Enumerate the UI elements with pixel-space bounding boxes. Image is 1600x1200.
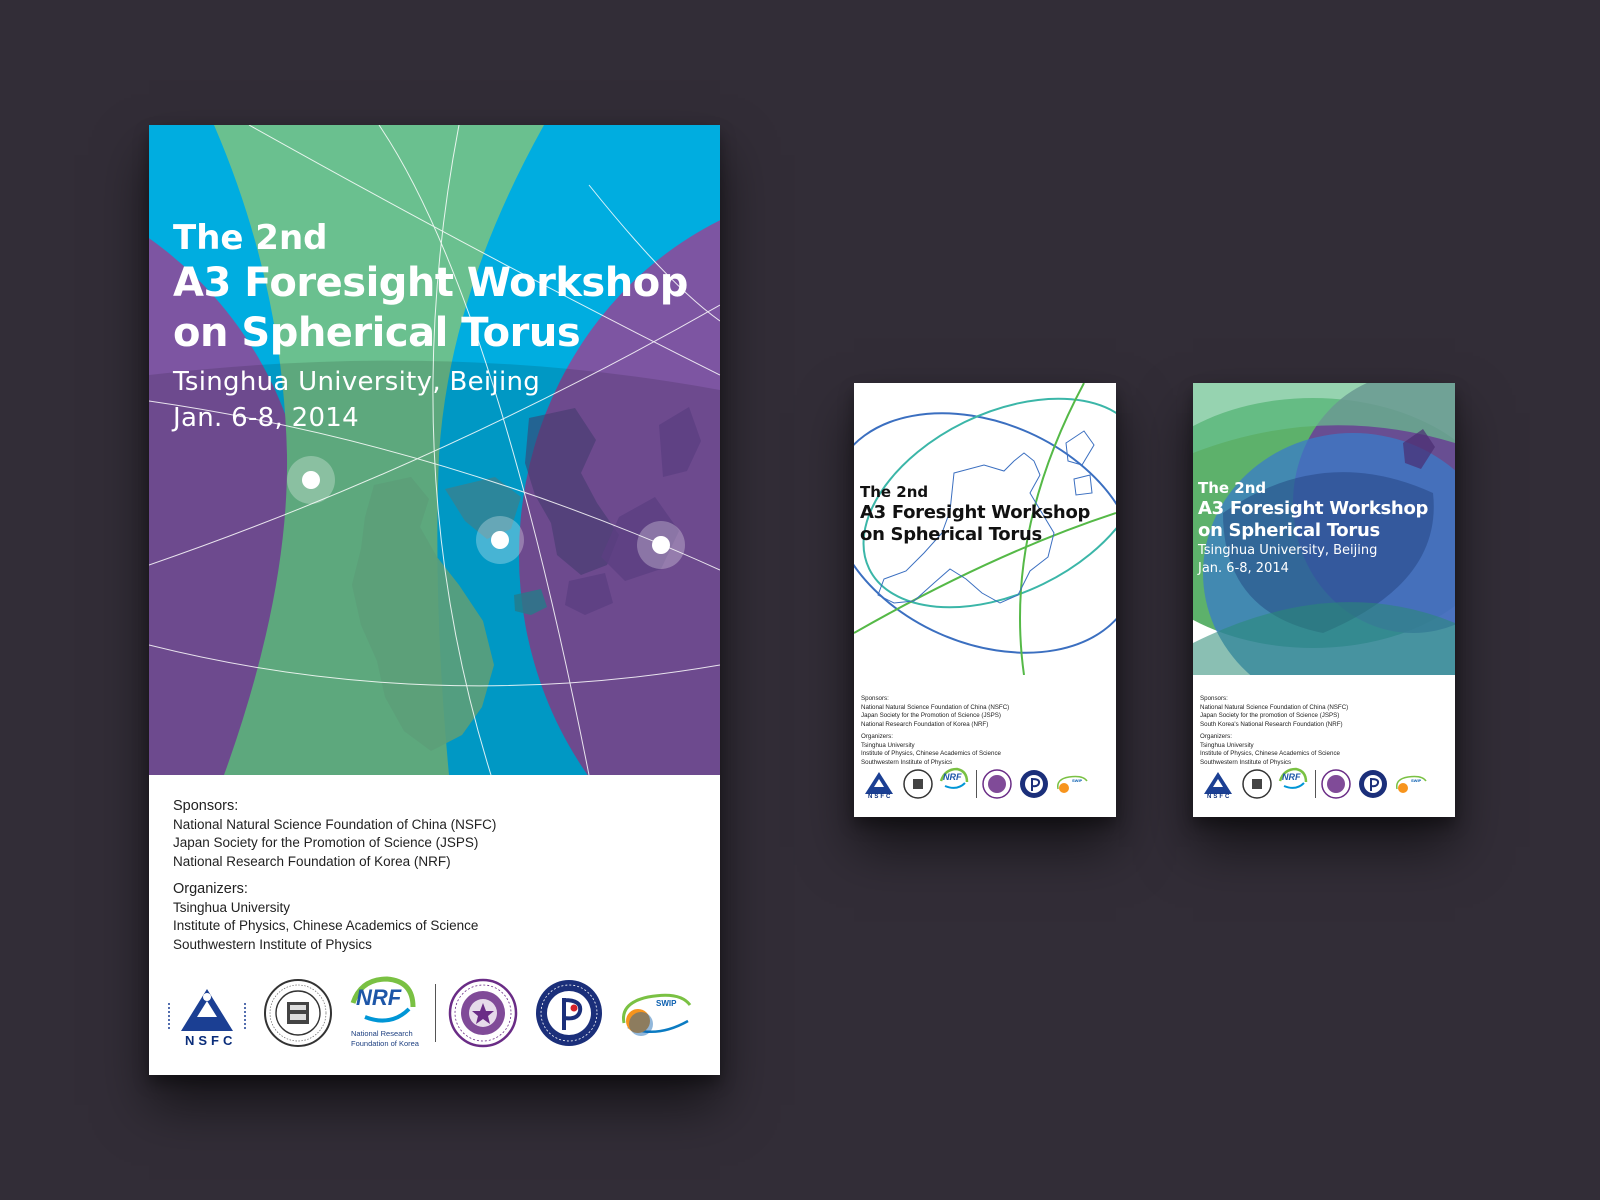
jsps-seal-icon xyxy=(263,978,333,1048)
nrf-caption: National Research xyxy=(351,1028,413,1038)
organizers-heading: Organizers: xyxy=(1200,732,1232,740)
poster-venue: Tsinghua University, Beijing xyxy=(173,367,541,397)
organizer-item: Institute of Physics, Chinese Academics … xyxy=(861,750,1001,758)
nsfc-label: NSFC xyxy=(868,794,893,800)
nsfc-label: NSFC xyxy=(1207,794,1232,800)
poster-credits: Sponsors: National Natural Science Found… xyxy=(861,695,1009,768)
swip-label: SWIP xyxy=(656,998,677,1008)
swip-logo-icon: SWIP xyxy=(1055,771,1089,797)
logo-row: NSFC NRF SWIP xyxy=(859,764,1111,804)
nsfc-logo-icon: NSFC xyxy=(165,973,249,1053)
swip-logo-icon: SWIP xyxy=(618,983,694,1043)
sponsor-item: National Natural Science Foundation of C… xyxy=(173,816,497,832)
iop-cas-seal-icon xyxy=(1358,769,1388,799)
organizer-item: Tsinghua University xyxy=(173,899,291,915)
tsinghua-seal-icon xyxy=(982,769,1012,799)
poster-title-block: The 2nd A3 Foresight Workshop on Spheric… xyxy=(173,218,713,436)
swip-label: SWIP xyxy=(1072,778,1083,783)
organizer-item: Institute of Physics, Chinese Academics … xyxy=(173,918,479,933)
nrf-label: NRF xyxy=(356,984,402,1010)
nrf-label: NRF xyxy=(943,772,962,782)
poster-title: A3 Foresight Workshop on Spherical Torus xyxy=(1198,498,1429,541)
poster-ordinal: The 2nd xyxy=(1198,479,1267,497)
logo-row: NSFC NRF National Research Foundation of… xyxy=(165,970,705,1055)
small-poster-blue: The 2nd A3 Foresight Workshop on Spheric… xyxy=(1193,383,1455,817)
nrf-label: NRF xyxy=(1282,772,1301,782)
sponsors-heading: Sponsors: xyxy=(173,798,239,814)
sponsor-item: Japan Society for the promotion of Scien… xyxy=(1200,712,1340,720)
nrf-logo-icon: NRF xyxy=(1276,767,1310,801)
small-poster-white: The 2nd A3 Foresight Workshop on Spheric… xyxy=(854,383,1116,817)
sponsor-item: National Natural Science Foundation of C… xyxy=(1200,703,1349,711)
sponsor-item: Japan Society for the Promotion of Scien… xyxy=(173,835,479,850)
jsps-seal-icon xyxy=(903,769,933,799)
poster-date: Jan. 6-8, 2014 xyxy=(1198,561,1289,576)
logo-row: NSFC NRF SWIP xyxy=(1198,764,1450,804)
poster-date: Jan. 6-8, 2014 xyxy=(173,403,359,433)
sponsor-item: South Korea's National Research Foundati… xyxy=(1200,721,1343,729)
tsinghua-seal-icon xyxy=(1321,769,1351,799)
organizers-heading: Organizers: xyxy=(861,732,893,740)
poster-venue: Tsinghua University, Beijing xyxy=(1198,543,1378,558)
nsfc-logo-icon: NSFC xyxy=(1198,766,1238,802)
swip-label: SWIP xyxy=(1411,778,1422,783)
sponsors-heading: Sponsors: xyxy=(1200,695,1228,702)
main-poster: The 2nd A3 Foresight Workshop on Spheric… xyxy=(149,125,720,1075)
poster-title-block: The 2nd A3 Foresight Workshop on Spheric… xyxy=(860,483,1110,546)
iop-cas-seal-icon xyxy=(1019,769,1049,799)
poster-title: A3 Foresight Workshop on Spherical Torus xyxy=(860,502,1091,545)
organizer-item: Tsinghua University xyxy=(1200,741,1254,749)
tsinghua-seal-icon xyxy=(448,978,518,1048)
logo-separator xyxy=(435,983,436,1042)
nrf-caption: Foundation of Korea xyxy=(351,1038,419,1048)
poster-credits: Sponsors: National Natural Science Found… xyxy=(173,797,496,954)
organizer-item: Institute of Physics, Chinese Academics … xyxy=(1200,750,1340,758)
logo-separator xyxy=(1315,770,1316,798)
sponsor-item: National Natural Science Foundation of C… xyxy=(861,703,1010,711)
logo-separator xyxy=(976,770,977,798)
jsps-seal-icon xyxy=(1242,769,1272,799)
organizers-heading: Organizers: xyxy=(173,881,248,897)
sponsor-item: National Research Foundation of Korea (N… xyxy=(173,853,451,869)
sponsor-item: Japan Society for the Promotion of Scien… xyxy=(861,712,1001,720)
nrf-logo-icon: NRF xyxy=(937,767,971,801)
iop-cas-seal-icon xyxy=(534,978,604,1048)
organizer-item: Tsinghua University xyxy=(861,741,915,749)
nrf-logo-icon: NRF National Research Foundation of Kore… xyxy=(343,973,423,1053)
nsfc-label: NSFC xyxy=(185,1032,237,1048)
poster-ordinal: The 2nd xyxy=(860,483,929,501)
swip-logo-icon: SWIP xyxy=(1394,771,1428,797)
poster-title-block: The 2nd A3 Foresight Workshop on Spheric… xyxy=(1198,479,1448,578)
organizer-item: Southwestern Institute of Physics xyxy=(173,936,372,952)
poster-credits: Sponsors: National Natural Science Found… xyxy=(1200,695,1348,768)
poster-ordinal: The 2nd xyxy=(173,218,328,258)
poster-title: A3 Foresight Workshop on Spherical Torus xyxy=(173,260,688,356)
sponsor-item: National Research Foundation of Korea (N… xyxy=(861,721,989,729)
sponsors-heading: Sponsors: xyxy=(861,695,889,702)
nsfc-logo-icon: NSFC xyxy=(859,766,899,802)
